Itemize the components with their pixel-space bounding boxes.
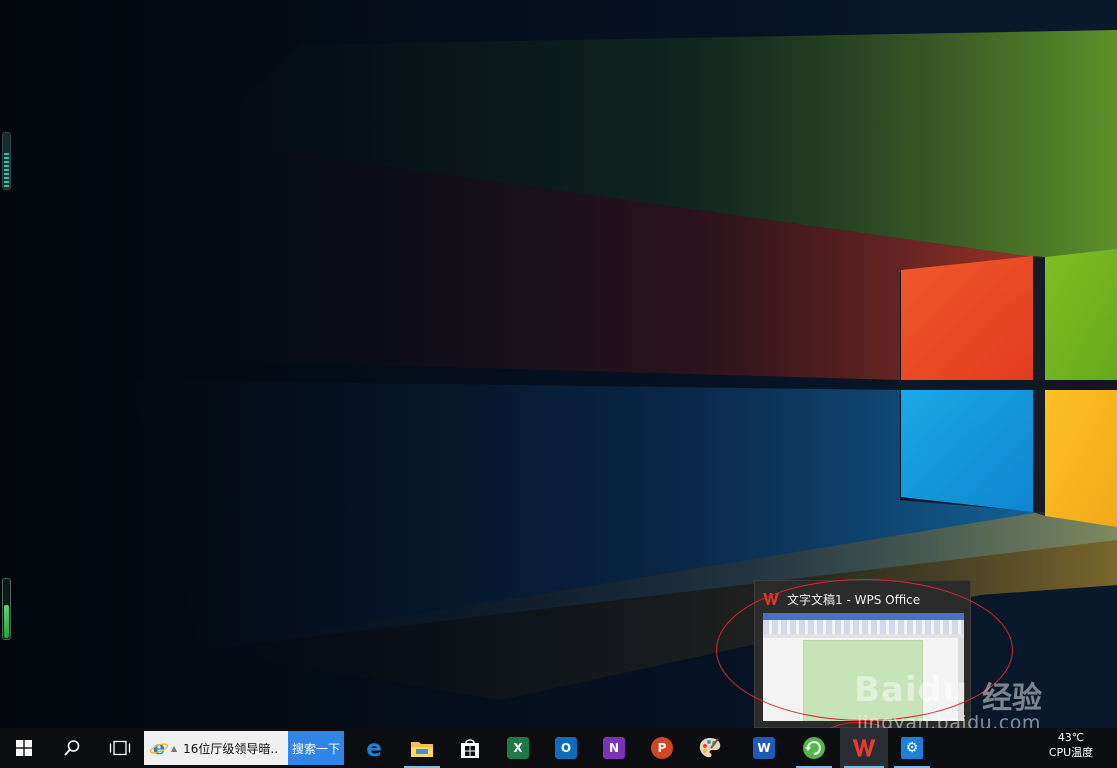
- search-icon: [64, 740, 80, 756]
- taskbar-outlook[interactable]: O: [544, 728, 588, 768]
- green-refresh-icon: [803, 737, 825, 759]
- task-view-button[interactable]: [98, 728, 142, 768]
- edge-icon: e: [366, 736, 382, 760]
- settings-gear-icon: ⚙: [901, 737, 923, 759]
- search-button[interactable]: [50, 728, 94, 768]
- folder-icon: [411, 742, 433, 757]
- taskbar-wps[interactable]: [840, 728, 888, 768]
- svg-text:e: e: [366, 736, 382, 760]
- word-icon: W: [753, 737, 775, 759]
- taskbar-search-widget[interactable]: e ▲ 16位厅级领导暗... 搜索一下: [144, 731, 344, 765]
- excel-icon: X: [507, 737, 529, 759]
- start-button[interactable]: [2, 728, 46, 768]
- powerpoint-icon: P: [651, 737, 673, 759]
- ie-icon: e: [149, 738, 169, 758]
- task-view-icon: [109, 740, 131, 756]
- taskbar-paint[interactable]: [688, 728, 732, 768]
- taskbar-onenote[interactable]: N: [592, 728, 636, 768]
- taskbar-store[interactable]: [448, 728, 492, 768]
- outlook-icon: O: [555, 737, 577, 759]
- dropdown-caret-icon[interactable]: ▲: [171, 744, 177, 753]
- desktop-widget-meter-top: [2, 132, 11, 190]
- wps-logo-icon: [852, 739, 876, 757]
- cpu-temperature-value: 43℃: [1057, 731, 1085, 744]
- taskbar-green-app[interactable]: [792, 728, 836, 768]
- watermark-cn: 经验: [982, 681, 1042, 716]
- baidu-jingyan-watermark: Baidu 经验 jingyan.baidu.com: [854, 670, 1064, 734]
- taskbar-powerpoint[interactable]: P: [640, 728, 684, 768]
- taskbar-excel[interactable]: X: [496, 728, 540, 768]
- search-submit-button[interactable]: 搜索一下: [288, 731, 344, 765]
- cpu-temperature-label: CPU温度: [1048, 746, 1094, 759]
- desktop-widget-meter-bottom: [2, 578, 11, 640]
- taskbar-file-explorer[interactable]: [400, 728, 444, 768]
- store-bag-icon: [461, 739, 479, 758]
- taskbar-edge[interactable]: e: [352, 728, 396, 768]
- taskbar-settings[interactable]: ⚙: [890, 728, 934, 768]
- svg-text:e: e: [153, 738, 165, 758]
- taskbar-word[interactable]: W: [742, 728, 786, 768]
- windows-logo-icon: [16, 740, 32, 756]
- onenote-icon: N: [603, 737, 625, 759]
- paint-palette-icon: [699, 738, 721, 758]
- watermark-brand: Baidu: [854, 670, 969, 710]
- cpu-temperature-tray[interactable]: 43℃ CPU温度: [1043, 731, 1099, 761]
- search-news-text[interactable]: 16位厅级领导暗...: [183, 740, 279, 757]
